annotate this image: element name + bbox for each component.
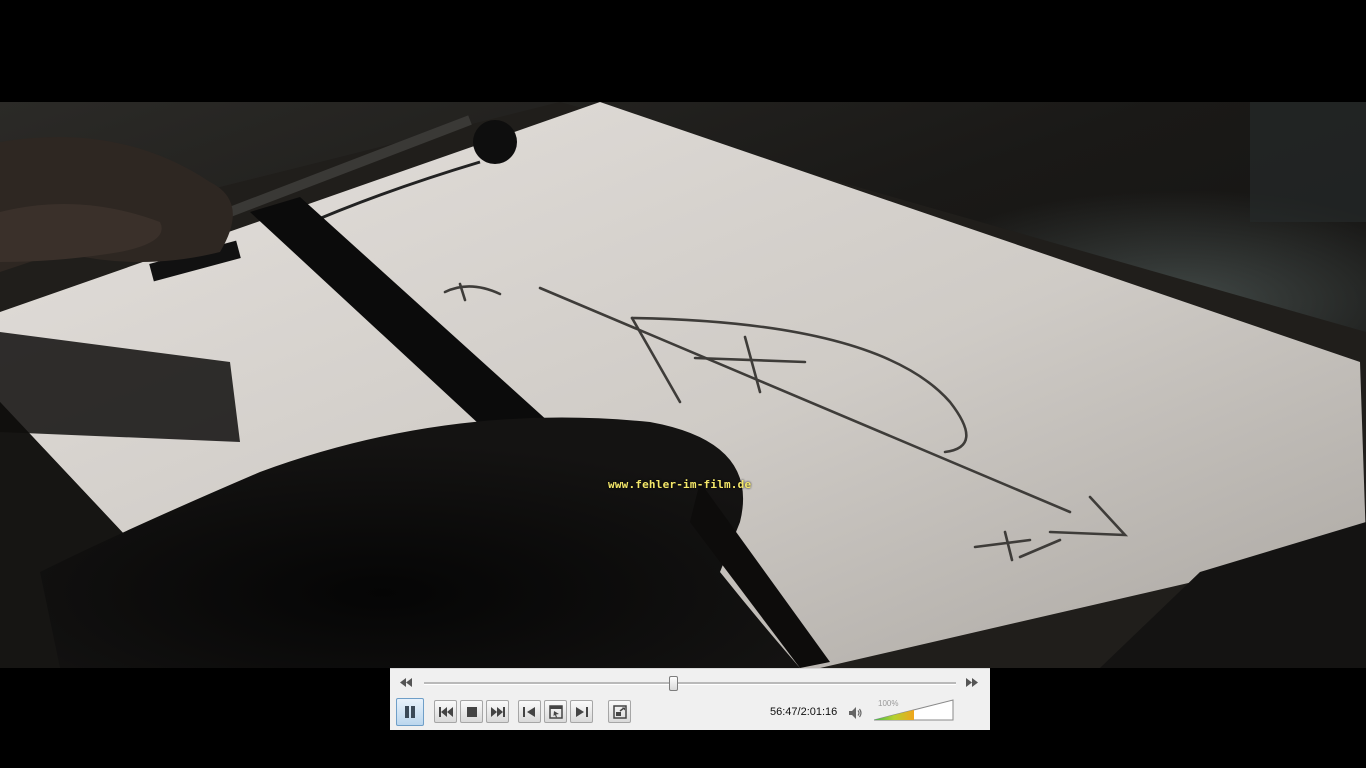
pause-button[interactable] [396,698,424,726]
toggle-video-button[interactable] [544,700,567,723]
rewind-icon [400,677,412,687]
watermark-text: www.fehler-im-film.de [608,478,752,491]
skip-next-icon [490,706,505,717]
pause-icon [405,706,415,718]
fullscreen-button[interactable] [608,700,631,723]
previous-button[interactable] [434,700,457,723]
next-button[interactable] [486,700,509,723]
frame-forward-icon [576,706,588,717]
mute-button[interactable] [848,705,862,719]
fullscreen-icon [612,704,627,719]
fast-forward-icon [966,677,978,687]
frame-back-icon [523,706,535,717]
video-frame[interactable]: www.fehler-im-film.de [0,102,1366,668]
seek-backward-button[interactable] [399,675,413,689]
stop-button[interactable] [460,700,483,723]
seek-handle[interactable] [668,676,678,691]
video-window-icon [548,704,563,719]
video-scene [0,102,1366,668]
time-display: 56:47/2:01:16 [770,706,838,718]
playback-controller: 56:47/2:01:16 100% [390,668,990,730]
skip-previous-icon [438,706,453,717]
speaker-icon [849,707,862,719]
stop-icon [466,706,477,717]
volume-slider[interactable]: 100% [873,699,954,721]
volume-percent: 100% [878,699,899,708]
seek-forward-button[interactable] [965,675,979,689]
frame-back-button[interactable] [518,700,541,723]
frame-forward-button[interactable] [570,700,593,723]
seek-slider[interactable] [424,682,956,685]
seek-row [390,673,990,691]
